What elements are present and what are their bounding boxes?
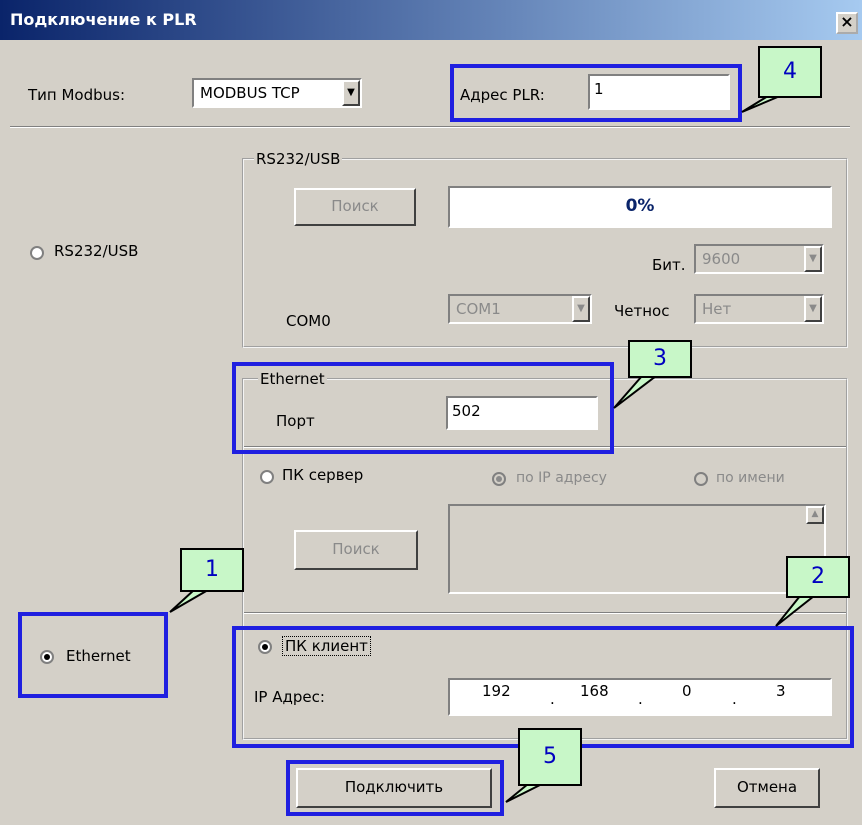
annotation-badge-2: 2 — [786, 556, 850, 598]
annotation-badge-4: 4 — [758, 46, 822, 98]
annotation-badge-3: 3 — [628, 340, 692, 378]
annotation-badge-1: 1 — [180, 548, 244, 592]
annotation-badge-5: 5 — [518, 728, 582, 786]
callout-pointers — [169, 95, 817, 803]
